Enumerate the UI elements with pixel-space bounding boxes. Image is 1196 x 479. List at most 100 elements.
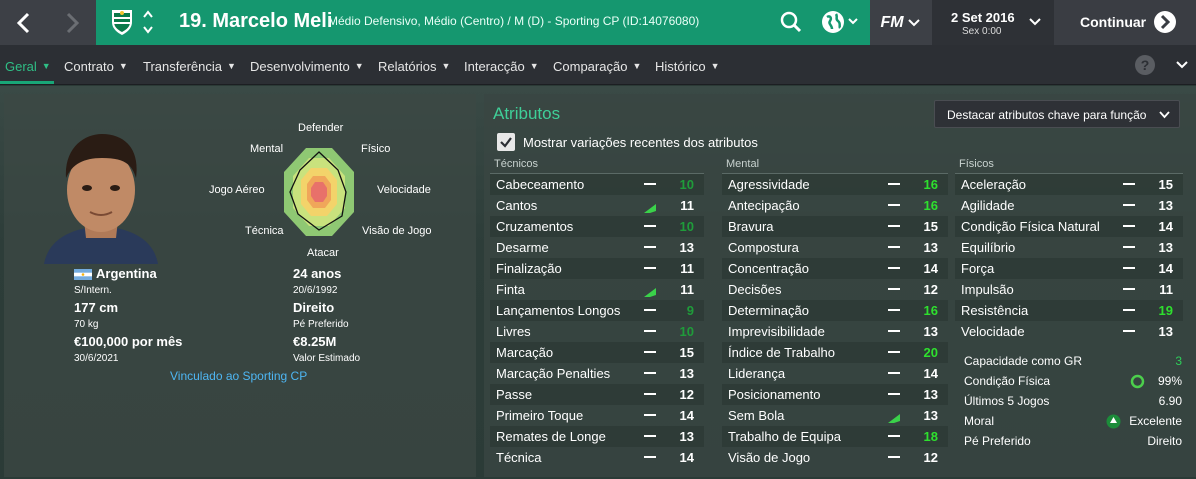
attribute-value: 12 [923, 450, 938, 465]
menu-transferencia[interactable]: Transferência ▼ [143, 59, 236, 74]
attribute-row[interactable]: Índice de Trabalho 20 [722, 342, 948, 363]
attribute-row[interactable]: Lançamentos Longos 9 [490, 300, 704, 321]
player-switch-icon[interactable] [142, 7, 154, 37]
trend-flat-icon [644, 456, 656, 458]
menu-geral[interactable]: Geral ▼ [5, 59, 51, 74]
continue-label: Continuar [1080, 14, 1147, 30]
attribute-name: Índice de Trabalho [728, 345, 835, 360]
chevron-down-icon[interactable] [1176, 60, 1188, 70]
show-changes-checkbox[interactable] [497, 133, 515, 151]
morale-up-icon [1106, 414, 1121, 429]
date-of-birth: 20/6/1992 [293, 285, 338, 296]
attribute-row[interactable]: Cruzamentos 10 [490, 216, 704, 237]
attribute-value: 11 [680, 282, 694, 297]
height: 177 cm [74, 300, 119, 315]
attribute-row[interactable]: Cabeceamento 10 [490, 174, 704, 195]
fm-menu-button[interactable]: FM [870, 0, 930, 45]
trend-flat-icon [888, 267, 900, 269]
trend-flat-icon [888, 351, 900, 353]
attribute-row[interactable]: Marcação Penalties 13 [490, 363, 704, 384]
attribute-row[interactable]: Resistência 19 [955, 300, 1183, 321]
attribute-value: 10 [679, 219, 694, 234]
attribute-row[interactable]: Agilidade 13 [955, 195, 1183, 216]
attribute-name: Primeiro Toque [496, 408, 584, 423]
attribute-row[interactable]: Condição Física Natural 14 [955, 216, 1183, 237]
trend-flat-icon [1123, 330, 1135, 332]
attribute-row[interactable]: Passe 12 [490, 384, 704, 405]
attribute-row[interactable]: Força 14 [955, 258, 1183, 279]
attribute-row[interactable]: Decisões 12 [722, 279, 948, 300]
attribute-row[interactable]: Compostura 13 [722, 237, 948, 258]
content-area: Argentina S/Intern. 177 cm 70 kg €100,00… [0, 86, 1196, 479]
attribute-row[interactable]: Finta 11 [490, 279, 704, 300]
back-button[interactable] [0, 0, 48, 45]
summary-row: Condição Física 99% [964, 372, 1186, 392]
radar-label-velocidade: Velocidade [377, 184, 431, 196]
attribute-name: Decisões [728, 282, 782, 297]
attribute-row[interactable]: Marcação 15 [490, 342, 704, 363]
caret-down-icon: ▼ [441, 61, 451, 71]
menu-comparacao[interactable]: Comparação ▼ [553, 59, 641, 74]
menu-contrato[interactable]: Contrato ▼ [64, 59, 128, 74]
attribute-value: 13 [1158, 324, 1173, 339]
attribute-row[interactable]: Concentração 14 [722, 258, 948, 279]
continue-button[interactable]: Continuar [1054, 0, 1196, 45]
menu-interaccao[interactable]: Interacção ▼ [464, 59, 539, 74]
attribute-row[interactable]: Cantos 11 [490, 195, 704, 216]
attribute-value: 14 [1158, 219, 1173, 234]
attribute-value: 15 [923, 219, 938, 234]
attribute-row[interactable]: Liderança 14 [722, 363, 948, 384]
menu-relatorios[interactable]: Relatórios ▼ [378, 59, 450, 74]
attribute-name: Resistência [961, 303, 1029, 318]
chevron-down-icon [1029, 18, 1041, 26]
club-contract-link[interactable]: Vinculado ao Sporting CP [170, 369, 307, 383]
attribute-row[interactable]: Impulsão 11 [955, 279, 1183, 300]
highlight-role-dropdown[interactable]: Destacar atributos chave para função [934, 100, 1180, 128]
chevron-down-icon [907, 18, 920, 26]
help-icon[interactable]: ? [1135, 55, 1155, 75]
attribute-name: Compostura [728, 240, 799, 255]
globe-icon[interactable] [820, 9, 860, 35]
attribute-row[interactable]: Desarme 13 [490, 237, 704, 258]
menu-historico[interactable]: Histórico ▼ [655, 59, 720, 74]
search-icon[interactable] [780, 11, 802, 33]
checkmark-icon [500, 137, 512, 148]
attribute-row[interactable]: Equilíbrio 13 [955, 237, 1183, 258]
trend-flat-icon [644, 183, 656, 185]
attribute-row[interactable]: Livres 10 [490, 321, 704, 342]
attribute-value: 16 [923, 198, 938, 213]
attribute-row[interactable]: Sem Bola 13 [722, 405, 948, 426]
attribute-row[interactable]: Agressividade 16 [722, 174, 948, 195]
trend-up-icon [888, 410, 900, 423]
attribute-row[interactable]: Antecipação 16 [722, 195, 948, 216]
attribute-value: 10 [679, 177, 694, 192]
forward-button[interactable] [48, 0, 96, 45]
trend-flat-icon [644, 435, 656, 437]
caret-down-icon: ▼ [118, 61, 128, 71]
radar-label-mental: Mental [250, 143, 284, 155]
attribute-row[interactable]: Primeiro Toque 14 [490, 405, 704, 426]
trend-flat-icon [644, 414, 656, 416]
attribute-row[interactable]: Técnica 14 [490, 447, 704, 468]
menu-desenvolvimento[interactable]: Desenvolvimento ▼ [250, 59, 364, 74]
attribute-row[interactable]: Velocidade 13 [955, 321, 1183, 342]
summary-value: Direito [1147, 434, 1182, 448]
attribute-row[interactable]: Bravura 15 [722, 216, 948, 237]
attribute-row[interactable]: Remates de Longe 13 [490, 426, 704, 447]
summary-value: 3 [1175, 354, 1182, 368]
attribute-name: Concentração [728, 261, 809, 276]
column-heading: Técnicos [490, 158, 704, 174]
summary-value: 99% [1157, 374, 1182, 388]
attribute-row[interactable]: Determinação 16 [722, 300, 948, 321]
attribute-row[interactable]: Visão de Jogo 12 [722, 447, 948, 468]
trend-flat-icon [1123, 267, 1135, 269]
current-date: 2 Set 2016 [951, 10, 1015, 25]
attribute-row[interactable]: Imprevisibilidade 13 [722, 321, 948, 342]
age: 24 anos [293, 266, 342, 281]
attribute-row[interactable]: Finalização 11 [490, 258, 704, 279]
attribute-value: 14 [679, 450, 694, 465]
attribute-row[interactable]: Posicionamento 13 [722, 384, 948, 405]
attribute-row[interactable]: Aceleração 15 [955, 174, 1183, 195]
attribute-row[interactable]: Trabalho de Equipa 18 [722, 426, 948, 447]
date-selector[interactable]: 2 Set 2016 Sex 0:00 [932, 0, 1054, 45]
